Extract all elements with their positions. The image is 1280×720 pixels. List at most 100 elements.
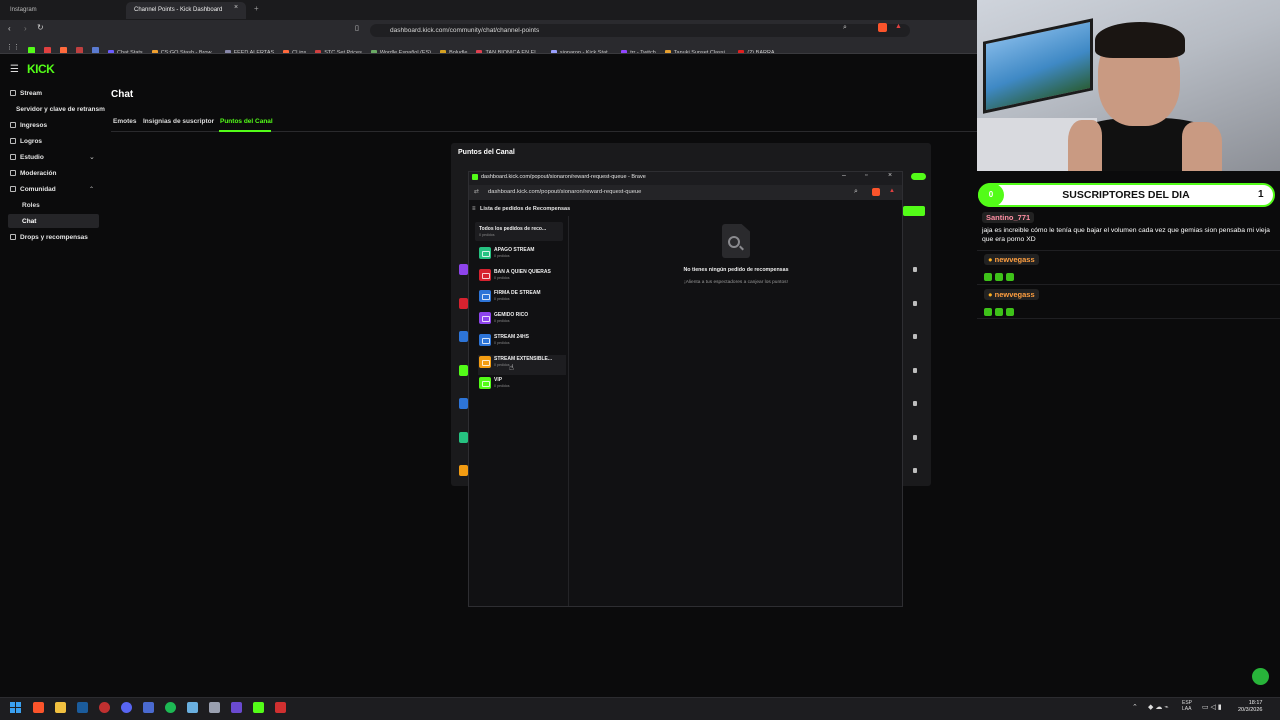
bookmark-item[interactable]: (2) BARRA [738, 48, 775, 53]
reward-filter-item[interactable]: STREAM 24HS 0 pedidos [478, 333, 566, 353]
new-tab-icon[interactable]: + [254, 4, 259, 13]
apps-icon[interactable]: ⋮⋮ [6, 43, 20, 51]
steam-taskbar-icon[interactable] [77, 702, 88, 713]
bookmark-favicon-icon[interactable] [76, 47, 83, 53]
sidebar-item-ingresos[interactable]: Ingresos [10, 122, 47, 129]
reward-icon [459, 364, 468, 376]
site-info-icon[interactable]: ⇄ [474, 188, 479, 195]
popout-rewards-icon[interactable]: ▲ [889, 188, 895, 194]
reward-filter-item[interactable]: BAN A QUIEN QUIERAS 0 pedidos [478, 268, 566, 288]
windows-start-icon[interactable] [10, 702, 21, 713]
sidebar-item-logros[interactable]: Logros [10, 138, 42, 145]
kick-taskbar-icon[interactable] [253, 702, 264, 713]
app-taskbar-icon[interactable] [143, 702, 154, 713]
all-requests-count: 0 pedidos [479, 233, 495, 237]
tray-chevron-icon[interactable]: ⌃ [1132, 703, 1138, 711]
trash-icon[interactable] [913, 367, 917, 373]
bookmark-item[interactable]: FEED ALERTAS [224, 48, 274, 53]
spotify-taskbar-icon[interactable] [165, 702, 176, 713]
app-taskbar-icon[interactable] [187, 702, 198, 713]
reward-filter-item[interactable]: APAGO STREAM 0 pedidos [478, 246, 566, 266]
close-tab-icon[interactable]: × [234, 4, 238, 11]
app-taskbar-icon[interactable] [209, 702, 220, 713]
sidebar-item-stream[interactable]: Stream [10, 90, 42, 97]
bookmark-label: (2) BARRA [747, 50, 775, 53]
folder-taskbar-icon[interactable] [55, 702, 66, 713]
bookmark-item[interactable]: Tanuki Sunset Classi... [664, 48, 729, 53]
trash-icon[interactable] [913, 401, 917, 406]
close-window-icon[interactable]: × [888, 172, 892, 179]
sidebar-item-estudio[interactable]: Estudio [10, 154, 44, 161]
brave-rewards-icon[interactable]: ▲ [895, 23, 902, 30]
sidebar-item-stream-key[interactable]: Servidor y clave de retransm [16, 106, 105, 113]
trash-icon[interactable] [913, 334, 917, 339]
trash-icon[interactable] [913, 434, 917, 440]
chevron-down-icon[interactable]: ⌄ [89, 153, 95, 161]
reward-icon [479, 312, 491, 325]
reward-filter-item[interactable]: FIRMA DE STREAM 0 pedidos [478, 289, 566, 309]
tab-channel-points[interactable]: Channel Points - Kick Dashboard [126, 2, 246, 19]
bookmark-item[interactable]: TAN BIONICA EN EL... [476, 48, 542, 53]
forward-icon[interactable]: › [24, 24, 27, 33]
popout-zoom-icon[interactable]: ⌕ [854, 188, 858, 196]
tab-instagram[interactable]: Instagram [2, 2, 122, 19]
network-volume-icon[interactable]: ▭ ◁ ▮ [1202, 703, 1222, 711]
discord-taskbar-icon[interactable] [121, 702, 132, 713]
chat-bubble-icon[interactable] [1252, 668, 1269, 685]
menu-icon[interactable]: ☰ [10, 64, 19, 75]
bookmark-item[interactable]: CS:GO Stash - Brow... [151, 48, 216, 53]
zoom-icon[interactable]: ⌕ [843, 24, 847, 32]
tab-puntos-del-canal[interactable]: Puntos del Canal [220, 118, 273, 125]
bookmark-favicon-icon[interactable] [28, 47, 35, 53]
brave-shield-icon[interactable] [878, 23, 887, 32]
channel-points-toggle[interactable] [911, 173, 926, 180]
reward-filter-item[interactable]: GEMIDO RICO 0 pedidos [478, 311, 566, 331]
chevron-up-icon[interactable]: ⌃ [89, 186, 94, 193]
bookmarks-list: Chat Stats CS:GO Stash - Brow... FEED ALER… [28, 41, 978, 53]
bookmark-icon[interactable]: ▯ [355, 24, 359, 32]
trash-icon[interactable] [913, 267, 917, 272]
bookmark-item[interactable]: Chat Stats [108, 48, 143, 53]
popout-url[interactable]: dashboard.kick.com/popout/sionaron/rewar… [488, 189, 641, 195]
brave-taskbar-icon[interactable] [33, 702, 44, 713]
chrome-taskbar-icon[interactable] [99, 702, 110, 713]
maximize-icon[interactable]: ▫ [865, 172, 867, 179]
sidebar-item-moderacion[interactable]: Moderación [10, 170, 56, 177]
back-icon[interactable]: ‹ [8, 24, 11, 33]
new-reward-button[interactable] [903, 206, 925, 216]
tray-apps-icon[interactable]: ◆ ☁ ⌁ [1148, 703, 1169, 711]
kick-logo[interactable]: KICK [27, 62, 55, 76]
reload-icon[interactable]: ↻ [37, 23, 44, 32]
bookmark-item[interactable]: STC Set Prices [315, 48, 362, 53]
sidebar-item-roles[interactable]: Roles [22, 202, 40, 209]
minimize-icon[interactable]: – [842, 172, 846, 179]
url-input[interactable]: dashboard.kick.com/community/chat/channe… [370, 24, 910, 37]
tab-emotes[interactable]: Emotes [113, 118, 136, 125]
reward-name: BAN A QUIEN QUIERAS [494, 268, 551, 275]
popout-shield-icon[interactable] [872, 188, 880, 196]
sidebar-item-drops[interactable]: Drops y recompensas [10, 234, 88, 241]
app-taskbar-icon[interactable] [275, 702, 286, 713]
kick-favicon-icon [472, 174, 478, 180]
reward-filter-item[interactable]: STREAM EXTENSIBLE... 0 pedidos [478, 354, 566, 375]
clock[interactable]: 18:17 20/3/2026 [1238, 700, 1262, 714]
bookmark-item[interactable]: sionaron - Kick Stat... [550, 48, 613, 53]
sidebar-item-chat[interactable]: Chat [22, 218, 36, 225]
trash-icon[interactable] [913, 300, 917, 306]
reward-count: 0 pedidos [494, 297, 510, 302]
bookmark-item[interactable]: CLips [283, 48, 306, 53]
bookmark-item[interactable]: Boludle [440, 48, 467, 53]
tab-insignias[interactable]: Insignias de suscriptor [143, 118, 214, 125]
bookmark-label: sionaron - Kick Stat... [559, 50, 613, 53]
sidebar-item-comunidad[interactable]: Comunidad [10, 186, 56, 193]
app-taskbar-icon[interactable] [231, 702, 242, 713]
bookmark-favicon-icon[interactable] [44, 47, 51, 53]
bookmark-favicon-icon[interactable] [92, 47, 99, 53]
trash-icon[interactable] [913, 468, 917, 473]
reward-icon [479, 247, 491, 259]
language-indicator[interactable]: ESP LAA [1182, 700, 1192, 712]
bookmark-item[interactable]: trr - Twitch [621, 48, 656, 53]
reward-filter-item[interactable]: VIP 0 pedidos [478, 376, 566, 396]
bookmark-favicon-icon[interactable] [60, 47, 67, 53]
bookmark-item[interactable]: Wordle Español (ES) [370, 48, 431, 53]
